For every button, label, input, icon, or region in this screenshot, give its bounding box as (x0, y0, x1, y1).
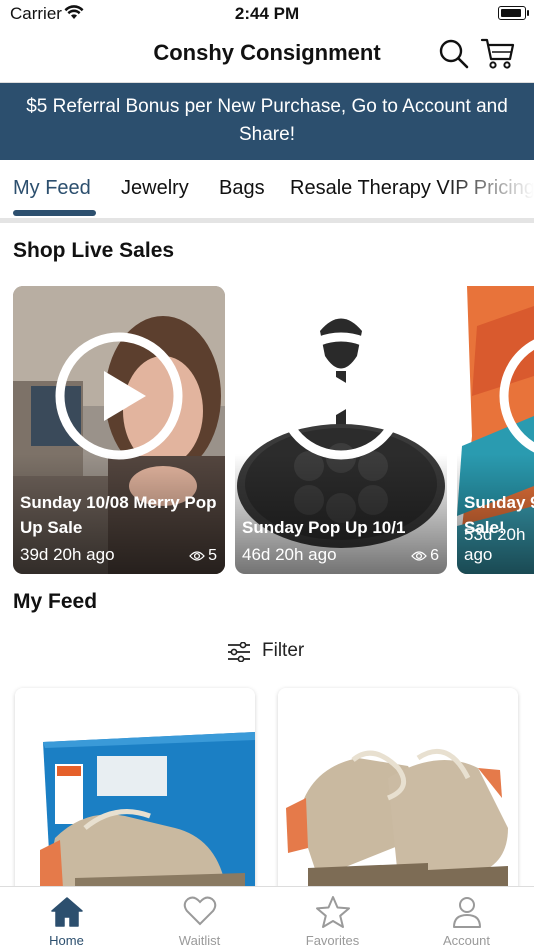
product-card[interactable] (15, 688, 255, 898)
feed-title: My Feed (13, 590, 98, 613)
tabbar-waitlist[interactable]: Waitlist (133, 887, 266, 951)
status-bar: Carrier 2:44 PM (0, 0, 534, 28)
app-header: Conshy Consignment (0, 28, 534, 83)
tabbar-home-label: Home (49, 933, 84, 948)
live-sale-view-count: 5 (208, 547, 217, 564)
live-sales-title: Shop Live Sales (13, 239, 175, 262)
person-icon (452, 897, 481, 928)
tab-indicator (13, 210, 96, 216)
search-icon[interactable] (438, 38, 470, 70)
live-sale-view-count: 6 (430, 547, 439, 564)
tabs-fade (444, 160, 534, 218)
filter-label: Filter (262, 640, 305, 661)
live-sale-time: 39d 20h ago (20, 545, 115, 564)
promo-text: $5 Referral Bonus per New Purchase, Go t… (26, 96, 508, 145)
category-tabs: My Feed Jewelry Bags Resale Therapy VIP … (0, 160, 534, 218)
heart-icon (183, 896, 216, 926)
tabbar-home[interactable]: Home (0, 887, 133, 951)
battery-icon (498, 6, 529, 20)
bottom-tab-bar: Home Waitlist Favorites Account (0, 886, 534, 951)
sliders-icon (228, 642, 250, 662)
live-sale-title: Sunday Pop Up 10/1 (242, 518, 406, 537)
tabbar-account-label: Account (443, 933, 490, 948)
star-icon (315, 896, 350, 928)
live-sale-title: Sunday 10/08 Merry Pop Up Sale (20, 493, 217, 537)
cart-icon[interactable] (480, 36, 516, 70)
live-sale-card[interactable]: Sunday 10/08 Merry Pop Up Sale 39d 20h a… (13, 286, 225, 574)
live-sale-card[interactable]: Sunday 9/24 Pop Up Sale! 53d 20h ago (457, 286, 534, 574)
live-sale-time: 46d 20h ago (242, 545, 337, 564)
tabbar-favorites-label: Favorites (305, 933, 360, 948)
filter-button[interactable]: Filter (0, 636, 534, 668)
play-icon[interactable] (54, 331, 184, 461)
tab-bags[interactable]: Bags (219, 177, 265, 200)
live-sale-views: 5 (189, 547, 217, 565)
tab-jewelry[interactable]: Jewelry (121, 177, 189, 200)
play-icon[interactable] (498, 331, 534, 461)
live-sale-card[interactable]: Sunday Pop Up 10/1 46d 20h ago 6 (235, 286, 447, 574)
live-sale-views: 6 (411, 547, 439, 565)
product-image (15, 688, 255, 898)
eye-icon (189, 551, 205, 561)
tabbar-favorites[interactable]: Favorites (266, 887, 399, 951)
product-card[interactable] (278, 688, 518, 898)
live-sale-time: 53d 20h ago (464, 525, 526, 564)
eye-icon (411, 551, 427, 561)
tab-my-feed[interactable]: My Feed (13, 177, 91, 200)
tabbar-waitlist-label: Waitlist (178, 933, 221, 948)
home-icon (50, 897, 83, 927)
product-image (278, 688, 518, 898)
play-icon[interactable] (276, 331, 406, 461)
status-time: 2:44 PM (234, 4, 300, 23)
tabs-divider (0, 218, 534, 223)
tabbar-account[interactable]: Account (399, 887, 534, 951)
promo-banner[interactable]: $5 Referral Bonus per New Purchase, Go t… (0, 83, 534, 160)
